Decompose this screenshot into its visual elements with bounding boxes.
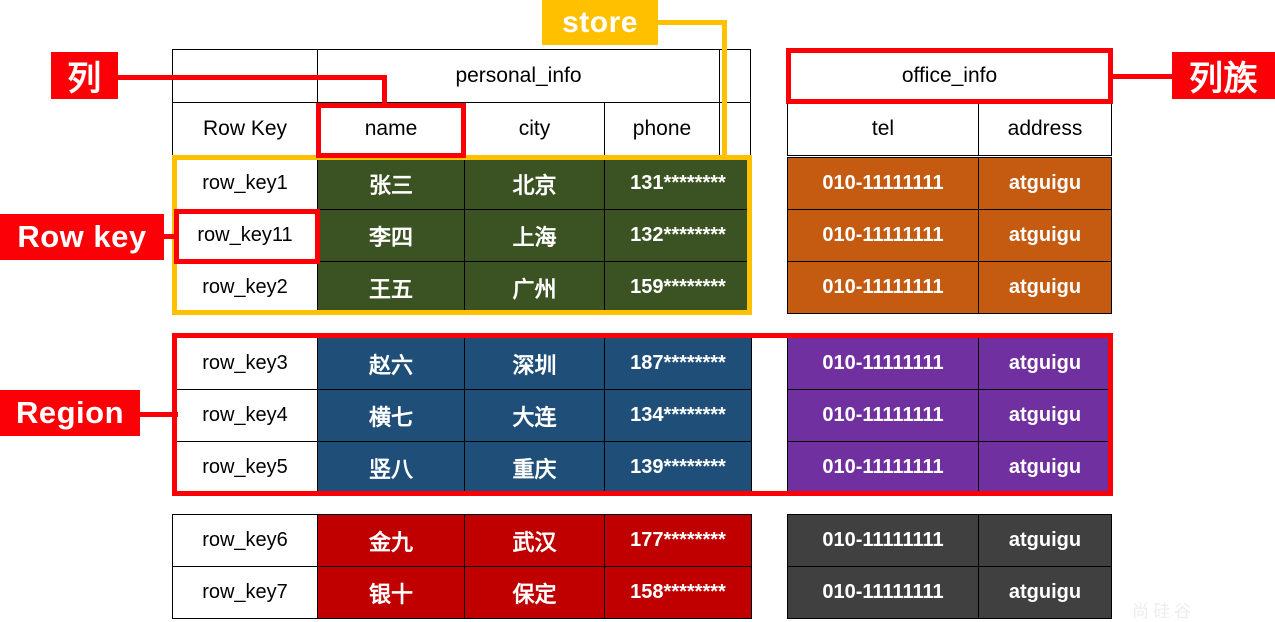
table-row: 131******** — [604, 157, 752, 210]
table-row: 横七 — [317, 389, 465, 442]
table-row: atguigu — [978, 261, 1112, 314]
table-row: row_key7 — [172, 566, 318, 619]
table-row: atguigu — [978, 514, 1112, 567]
table-row: 010-11111111 — [787, 514, 979, 567]
table-row: 大连 — [464, 389, 605, 442]
table-row: 132******** — [604, 209, 752, 262]
header-row-key: Row Key — [172, 102, 318, 156]
table-row: 深圳 — [464, 337, 605, 390]
store-connector-line-vertical — [722, 20, 727, 160]
store-label: store — [542, 0, 658, 45]
column-connector-line-horizontal — [112, 75, 387, 80]
table-row: 187******** — [604, 337, 752, 390]
table-row: 张三 — [317, 157, 465, 210]
region-label: Region — [0, 390, 140, 436]
table-row: 李四 — [317, 209, 465, 262]
table-row: 保定 — [464, 566, 605, 619]
column-family-connector-line — [1111, 74, 1174, 79]
region-connector-line — [138, 412, 178, 417]
table-row: row_key1 — [172, 157, 318, 210]
watermark: 尚硅谷 — [1132, 602, 1195, 621]
table-row: atguigu — [978, 441, 1112, 494]
table-row: row_key6 — [172, 514, 318, 567]
table-row: row_key4 — [172, 389, 318, 442]
table-row: 010-11111111 — [787, 389, 979, 442]
header-address: address — [978, 102, 1112, 156]
header-tel: tel — [787, 102, 979, 156]
office-info-family-header: office_info — [787, 49, 1112, 103]
table-row: 010-11111111 — [787, 566, 979, 619]
table-row: atguigu — [978, 566, 1112, 619]
table-row: row_key5 — [172, 441, 318, 494]
table-row: 王五 — [317, 261, 465, 314]
table-row: 银十 — [317, 566, 465, 619]
table-row: 159******** — [604, 261, 752, 314]
table-row: atguigu — [978, 209, 1112, 262]
store-connector-line-horizontal — [655, 20, 727, 25]
table-row: 重庆 — [464, 441, 605, 494]
header-city: city — [464, 102, 605, 156]
column-connector-line-vertical — [382, 75, 387, 108]
table-row: 134******** — [604, 389, 752, 442]
table-row: row_key3 — [172, 337, 318, 390]
table-row: row_key11 — [172, 209, 318, 262]
table-row: 010-11111111 — [787, 209, 979, 262]
header-phone: phone — [604, 102, 720, 156]
table-row: 010-11111111 — [787, 157, 979, 210]
table-row: 010-11111111 — [787, 441, 979, 494]
table-row: 赵六 — [317, 337, 465, 390]
table-row: 010-11111111 — [787, 337, 979, 390]
table-row: 177******** — [604, 514, 752, 567]
table-row: 010-11111111 — [787, 261, 979, 314]
header-name: name — [317, 102, 465, 156]
table-row: row_key2 — [172, 261, 318, 314]
table-row: 广州 — [464, 261, 605, 314]
table-row: 金九 — [317, 514, 465, 567]
table-row: 北京 — [464, 157, 605, 210]
row-key-label: Row key — [0, 214, 164, 260]
table-row: atguigu — [978, 337, 1112, 390]
table-row: 上海 — [464, 209, 605, 262]
table-row: 158******** — [604, 566, 752, 619]
table-row: 139******** — [604, 441, 752, 494]
table-row: 武汉 — [464, 514, 605, 567]
column-label: 列 — [51, 52, 118, 99]
table-row: atguigu — [978, 157, 1112, 210]
table-row: atguigu — [978, 389, 1112, 442]
column-family-label: 列族 — [1172, 52, 1275, 99]
table-row: 竖八 — [317, 441, 465, 494]
